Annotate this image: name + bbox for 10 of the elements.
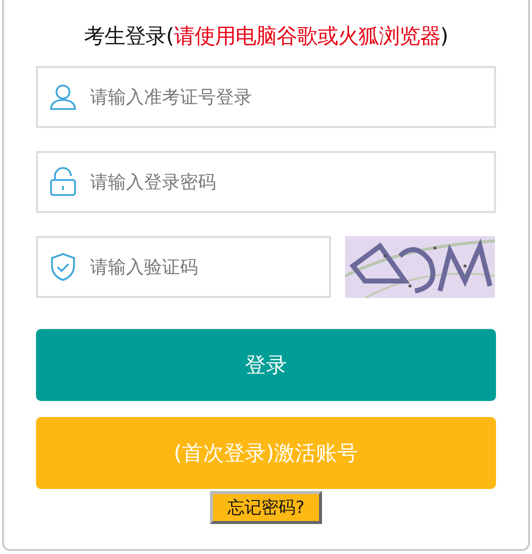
forgot-password-button[interactable]: 忘记密码? — [210, 491, 322, 524]
input-field[interactable]: 请输入登录密码 — [36, 151, 496, 213]
unlocked-padlock-icon — [48, 167, 78, 197]
user-icon — [48, 82, 78, 112]
login-button[interactable]: 登录 — [36, 329, 496, 401]
page-title: 考生登录(请使用电脑谷歌或火狐浏览器) — [84, 23, 448, 50]
input-field[interactable]: 请输入准考证号登录 — [36, 66, 496, 128]
input-field[interactable]: 请输入验证码 — [36, 236, 331, 298]
shield-check-icon — [48, 252, 78, 282]
activate-button[interactable]: (首次登录)激活账号 — [36, 417, 496, 489]
